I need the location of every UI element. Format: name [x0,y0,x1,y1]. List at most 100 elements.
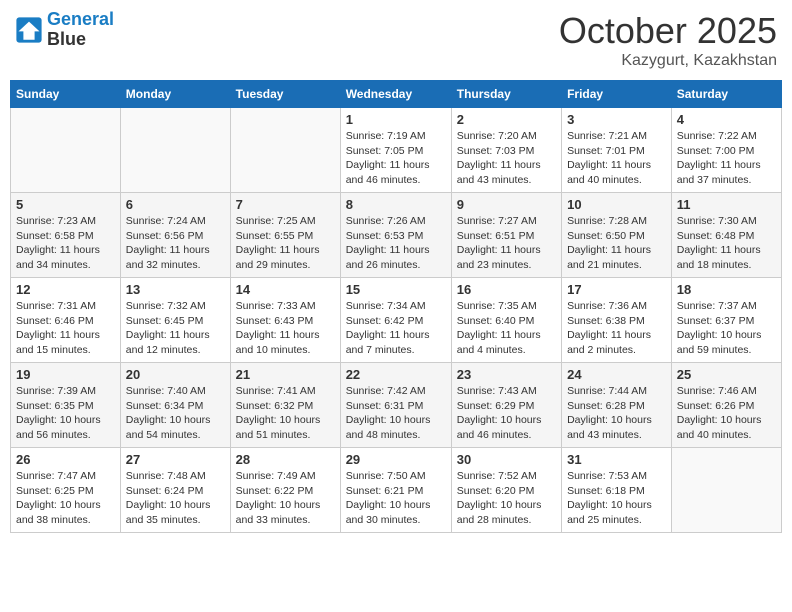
day-number: 15 [346,282,446,297]
day-number: 10 [567,197,666,212]
day-number: 3 [567,112,666,127]
table-row: 5 Sunrise: 7:23 AMSunset: 6:58 PMDaylight… [11,193,121,278]
day-info: Sunrise: 7:21 AMSunset: 7:01 PMDaylight:… [567,129,666,188]
col-saturday: Saturday [671,81,781,108]
day-info: Sunrise: 7:20 AMSunset: 7:03 PMDaylight:… [457,129,556,188]
day-info: Sunrise: 7:37 AMSunset: 6:37 PMDaylight:… [677,299,776,358]
day-info: Sunrise: 7:30 AMSunset: 6:48 PMDaylight:… [677,214,776,273]
day-number: 28 [236,452,335,467]
day-info: Sunrise: 7:22 AMSunset: 7:00 PMDaylight:… [677,129,776,188]
day-info: Sunrise: 7:42 AMSunset: 6:31 PMDaylight:… [346,384,446,443]
table-row: 27 Sunrise: 7:48 AMSunset: 6:24 PMDayligh… [120,448,230,533]
day-info: Sunrise: 7:19 AMSunset: 7:05 PMDaylight:… [346,129,446,188]
logo-line1: General [47,9,114,29]
table-row: 9Sunrise: 7:27 AMSunset: 6:51 PMDaylight… [451,193,561,278]
table-row: 31 Sunrise: 7:53 AMSunset: 6:18 PMDayligh… [562,448,672,533]
header: General Blue October 2025 Kazygurt, Kaza… [10,10,782,70]
day-info: Sunrise: 7:36 AMSunset: 6:38 PMDaylight:… [567,299,666,358]
day-info: Sunrise: 7:23 AMSunset: 6:58 PMDaylight:… [16,214,115,273]
day-number: 31 [567,452,666,467]
day-info: Sunrise: 7:40 AMSunset: 6:34 PMDaylight:… [126,384,225,443]
day-info: Sunrise: 7:31 AMSunset: 6:46 PMDaylight:… [16,299,115,358]
day-info: Sunrise: 7:44 AMSunset: 6:28 PMDaylight:… [567,384,666,443]
day-number: 6 [126,197,225,212]
day-info: Sunrise: 7:39 AMSunset: 6:35 PMDaylight:… [16,384,115,443]
table-row: 18 Sunrise: 7:37 AMSunset: 6:37 PMDayligh… [671,278,781,363]
day-info: Sunrise: 7:32 AMSunset: 6:45 PMDaylight:… [126,299,225,358]
table-row: 2 Sunrise: 7:20 AMSunset: 7:03 PMDaylight… [451,108,561,193]
table-row: 12 Sunrise: 7:31 AMSunset: 6:46 PMDayligh… [11,278,121,363]
calendar-week-row: 26Sunrise: 7:47 AMSunset: 6:25 PMDayligh… [11,448,782,533]
day-info: Sunrise: 7:25 AMSunset: 6:55 PMDaylight:… [236,214,335,273]
day-number: 20 [126,367,225,382]
day-number: 18 [677,282,776,297]
day-number: 23 [457,367,556,382]
calendar-week-row: 5 Sunrise: 7:23 AMSunset: 6:58 PMDaylight… [11,193,782,278]
table-row: 21Sunrise: 7:41 AMSunset: 6:32 PMDayligh… [230,363,340,448]
logo-line2: Blue [47,30,114,50]
day-number: 2 [457,112,556,127]
day-number: 12 [16,282,115,297]
title-block: October 2025 Kazygurt, Kazakhstan [559,10,777,70]
day-number: 22 [346,367,446,382]
day-info: Sunrise: 7:53 AMSunset: 6:18 PMDaylight:… [567,469,666,528]
day-number: 26 [16,452,115,467]
day-info: Sunrise: 7:48 AMSunset: 6:24 PMDaylight:… [126,469,225,528]
day-number: 8 [346,197,446,212]
day-number: 27 [126,452,225,467]
table-row: 13Sunrise: 7:32 AMSunset: 6:45 PMDayligh… [120,278,230,363]
day-info: Sunrise: 7:28 AMSunset: 6:50 PMDaylight:… [567,214,666,273]
calendar: Sunday Monday Tuesday Wednesday Thursday… [10,80,782,533]
month-title: October 2025 [559,10,777,52]
col-friday: Friday [562,81,672,108]
col-monday: Monday [120,81,230,108]
table-row: 15Sunrise: 7:34 AMSunset: 6:42 PMDayligh… [340,278,451,363]
day-info: Sunrise: 7:24 AMSunset: 6:56 PMDaylight:… [126,214,225,273]
logo: General Blue [15,10,114,50]
table-row [120,108,230,193]
col-sunday: Sunday [11,81,121,108]
table-row [671,448,781,533]
table-row: 4 Sunrise: 7:22 AMSunset: 7:00 PMDaylight… [671,108,781,193]
location-title: Kazygurt, Kazakhstan [559,52,777,70]
day-info: Sunrise: 7:43 AMSunset: 6:29 PMDaylight:… [457,384,556,443]
table-row: 8Sunrise: 7:26 AMSunset: 6:53 PMDaylight… [340,193,451,278]
table-row: 6 Sunrise: 7:24 AMSunset: 6:56 PMDaylight… [120,193,230,278]
col-thursday: Thursday [451,81,561,108]
day-number: 24 [567,367,666,382]
table-row: 23 Sunrise: 7:43 AMSunset: 6:29 PMDayligh… [451,363,561,448]
table-row: 1Sunrise: 7:19 AMSunset: 7:05 PMDaylight… [340,108,451,193]
day-number: 29 [346,452,446,467]
logo-text: General Blue [47,10,114,50]
table-row: 14 Sunrise: 7:33 AMSunset: 6:43 PMDayligh… [230,278,340,363]
col-tuesday: Tuesday [230,81,340,108]
table-row: 30 Sunrise: 7:52 AMSunset: 6:20 PMDayligh… [451,448,561,533]
table-row: 22 Sunrise: 7:42 AMSunset: 6:31 PMDayligh… [340,363,451,448]
day-info: Sunrise: 7:46 AMSunset: 6:26 PMDaylight:… [677,384,776,443]
calendar-week-row: 1Sunrise: 7:19 AMSunset: 7:05 PMDaylight… [11,108,782,193]
table-row: 10 Sunrise: 7:28 AMSunset: 6:50 PMDayligh… [562,193,672,278]
day-number: 9 [457,197,556,212]
day-info: Sunrise: 7:33 AMSunset: 6:43 PMDaylight:… [236,299,335,358]
table-row: 17Sunrise: 7:36 AMSunset: 6:38 PMDayligh… [562,278,672,363]
table-row: 11Sunrise: 7:30 AMSunset: 6:48 PMDayligh… [671,193,781,278]
table-row: 24 Sunrise: 7:44 AMSunset: 6:28 PMDayligh… [562,363,672,448]
day-number: 7 [236,197,335,212]
day-info: Sunrise: 7:52 AMSunset: 6:20 PMDaylight:… [457,469,556,528]
table-row [11,108,121,193]
logo-icon [15,16,43,44]
day-number: 14 [236,282,335,297]
day-number: 30 [457,452,556,467]
calendar-week-row: 12 Sunrise: 7:31 AMSunset: 6:46 PMDayligh… [11,278,782,363]
calendar-week-row: 19Sunrise: 7:39 AMSunset: 6:35 PMDayligh… [11,363,782,448]
day-number: 4 [677,112,776,127]
table-row: 19Sunrise: 7:39 AMSunset: 6:35 PMDayligh… [11,363,121,448]
table-row: 26Sunrise: 7:47 AMSunset: 6:25 PMDayligh… [11,448,121,533]
day-number: 5 [16,197,115,212]
col-wednesday: Wednesday [340,81,451,108]
table-row: 29Sunrise: 7:50 AMSunset: 6:21 PMDayligh… [340,448,451,533]
day-number: 16 [457,282,556,297]
table-row: 3 Sunrise: 7:21 AMSunset: 7:01 PMDaylight… [562,108,672,193]
table-row: 28 Sunrise: 7:49 AMSunset: 6:22 PMDayligh… [230,448,340,533]
day-info: Sunrise: 7:49 AMSunset: 6:22 PMDaylight:… [236,469,335,528]
